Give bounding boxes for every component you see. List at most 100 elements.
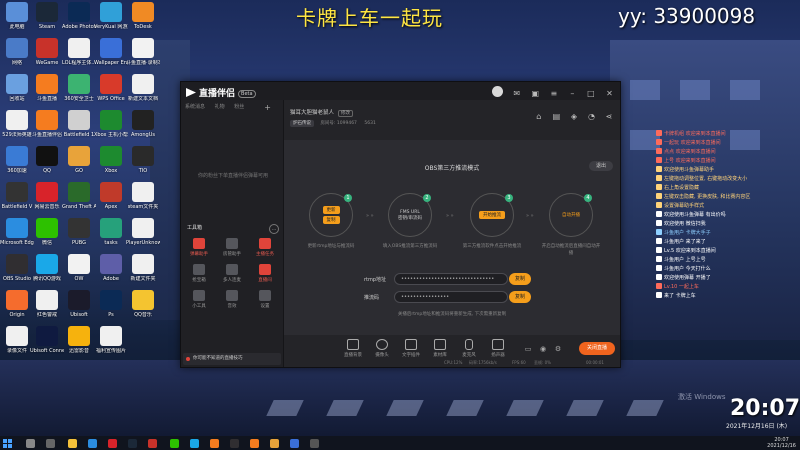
desktop-icon[interactable]: 529法师英雄 — [0, 110, 34, 138]
search-icon[interactable] — [26, 439, 35, 448]
desktop-icon[interactable]: 新建文件夹 — [126, 254, 160, 282]
desktop-icon[interactable]: 腾讯QQ游戏 — [30, 254, 64, 282]
desktop-icon[interactable]: 此电脑 — [0, 2, 34, 30]
desktop-icon[interactable]: LOL程序主体... — [62, 38, 96, 66]
desktop-icon[interactable]: OBS Studio — [0, 254, 34, 282]
edit-title-button[interactable]: 修改 — [338, 110, 354, 117]
desktop-icon[interactable]: 360加速 — [0, 146, 34, 174]
end-live-button[interactable]: 关闭直播 — [579, 342, 615, 355]
copy-key-button[interactable]: 复制 — [509, 291, 531, 303]
settings-icon[interactable]: ⚙ — [554, 345, 562, 353]
desktop-icon[interactable]: Grand Theft Auto V — [62, 182, 96, 210]
desktop-icon[interactable]: Xbox 主机小帮手 — [94, 110, 128, 138]
wechat-icon[interactable] — [170, 439, 179, 448]
desktop-icon[interactable]: VeryKuai 网游加速器 — [94, 2, 128, 30]
share-icon[interactable]: ⋖ — [604, 112, 614, 122]
tool-button[interactable]: 抢宝箱 — [184, 264, 214, 283]
copy-rtmp-button[interactable]: 复制 — [509, 273, 531, 285]
tool-button[interactable]: 多人连麦 — [217, 264, 247, 283]
steam-icon[interactable] — [128, 439, 137, 448]
exit-button[interactable]: 退出 — [589, 161, 613, 171]
desktop-icon[interactable]: steam文件夹 — [126, 182, 160, 210]
mic-button[interactable]: 麦克风 — [455, 339, 483, 358]
desktop-icon[interactable]: OW — [62, 254, 96, 282]
text-plugin-button[interactable]: 文字插件 — [397, 339, 425, 358]
desktop-icon[interactable]: ToDesk — [126, 2, 160, 30]
stream-key-field[interactable]: •••••••••••••••• — [394, 291, 508, 303]
add-tab-icon[interactable]: + — [264, 103, 271, 112]
desktop-icon[interactable]: GO — [62, 146, 96, 174]
message-icon[interactable]: ✉ — [512, 89, 521, 98]
desktop-icon[interactable]: QQ音乐 — [126, 290, 160, 318]
desktop-icon[interactable]: 网易云音乐 — [30, 182, 64, 210]
desktop-icon[interactable]: Adobe — [94, 254, 128, 282]
avatar[interactable] — [491, 86, 503, 97]
tab-gifts[interactable]: 礼物 — [215, 104, 225, 110]
game-icon[interactable] — [270, 439, 279, 448]
desktop-icon[interactable]: Battlefield V — [0, 182, 34, 210]
desktop-icon[interactable]: 新建文本文档 — [126, 74, 160, 102]
bell-icon[interactable]: ◔ — [586, 112, 596, 122]
category-pill[interactable]: 炉石传说 — [290, 120, 314, 127]
app-icon[interactable] — [310, 439, 319, 448]
desktop-icon[interactable]: 微信 — [30, 218, 64, 246]
gift-icon[interactable]: ⌂ — [534, 112, 544, 122]
rtmp-field[interactable]: ••••••••••••••••••••••••••••••• — [394, 273, 508, 285]
menu-icon[interactable]: ≡ — [549, 89, 558, 98]
desktop-icon[interactable]: Apex — [94, 182, 128, 210]
tips-link[interactable]: 你可能不知道的直播技巧 — [183, 353, 281, 365]
preview-icon[interactable]: ◉ — [539, 345, 547, 353]
desktop-icon[interactable]: Ps — [94, 290, 128, 318]
desktop-icon[interactable]: 斗鱼直播 — [30, 74, 64, 102]
tool-button[interactable]: 主播任务 — [250, 238, 280, 257]
douyu-icon[interactable] — [210, 439, 219, 448]
explorer-icon[interactable] — [68, 439, 77, 448]
start-push-button[interactable]: 开始推流 — [479, 211, 505, 219]
netease-music-icon[interactable] — [108, 439, 117, 448]
wallpaper-engine-icon[interactable] — [290, 439, 299, 448]
desktop-icon[interactable]: PUBG — [62, 218, 96, 246]
desktop-icon[interactable]: 斗鱼直播·录制本地视频 — [126, 38, 160, 66]
desktop-icon[interactable]: Wallpaper Engine — [94, 38, 128, 66]
desktop-icon[interactable]: Battlefield 1 — [62, 110, 96, 138]
desktop-icon[interactable]: Ubisoft — [62, 290, 96, 318]
tool-button[interactable]: 房管助手 — [217, 238, 247, 257]
wegame-icon[interactable] — [148, 439, 157, 448]
camera-button[interactable]: 摄像头 — [368, 339, 396, 358]
desktop-icon[interactable]: WPS Office — [94, 74, 128, 102]
maximize-icon[interactable]: □ — [586, 89, 595, 98]
room-title-text[interactable]: 猫耳大胆猫老鼠人 — [290, 110, 334, 116]
tab-fans[interactable]: 粉丝 — [234, 104, 244, 110]
desktop-icon[interactable]: 斗鱼直播伴侣 — [30, 110, 64, 138]
desktop-icon[interactable]: 迅雷影音 — [62, 326, 96, 354]
desktop-icon[interactable]: 福利宣传图片 — [94, 326, 128, 354]
skin-icon[interactable]: ▣ — [531, 89, 540, 98]
companion-icon[interactable] — [250, 439, 259, 448]
desktop-icon[interactable]: Steam — [30, 2, 64, 30]
desktop-icon[interactable]: Xbox — [94, 146, 128, 174]
tool-button[interactable]: 弹幕助手 — [184, 238, 214, 257]
speaker-button[interactable]: 扬声器 — [484, 339, 512, 358]
desktop-icon[interactable]: PlayerUnknown's — [126, 218, 160, 246]
shield-icon[interactable]: ◈ — [569, 112, 579, 122]
obs-icon[interactable] — [230, 439, 239, 448]
desktop-icon[interactable]: Origin — [0, 290, 34, 318]
edge-icon[interactable] — [88, 439, 97, 448]
desktop-icon[interactable]: 360安全卫士 — [62, 74, 96, 102]
tool-button[interactable]: 小工具 — [184, 290, 214, 309]
desktop-icon[interactable]: tasks — [94, 218, 128, 246]
task-view-icon[interactable] — [46, 439, 55, 448]
desktop-icon[interactable]: Ubisoft Connect — [30, 326, 64, 354]
desktop-icon[interactable]: 回收站 — [0, 74, 34, 102]
material-button[interactable]: 素材库 — [426, 339, 454, 358]
desktop-icon[interactable]: WeGame — [30, 38, 64, 66]
qq-icon[interactable] — [190, 439, 199, 448]
start-icon[interactable] — [3, 439, 12, 448]
tab-system[interactable]: 系统消息 — [185, 104, 205, 110]
tool-button[interactable]: 设置 — [250, 290, 280, 309]
desktop-icon[interactable]: 红色警戒 — [30, 290, 64, 318]
more-icon[interactable]: … — [269, 224, 279, 234]
tool-button[interactable]: 直播间 — [250, 264, 280, 283]
title-bar[interactable]: 直播伴侣 Beta ✉ ▣ ≡ – □ ✕ — [181, 82, 620, 100]
system-tray-clock[interactable]: 20:07 2021/12/16 — [767, 437, 796, 449]
